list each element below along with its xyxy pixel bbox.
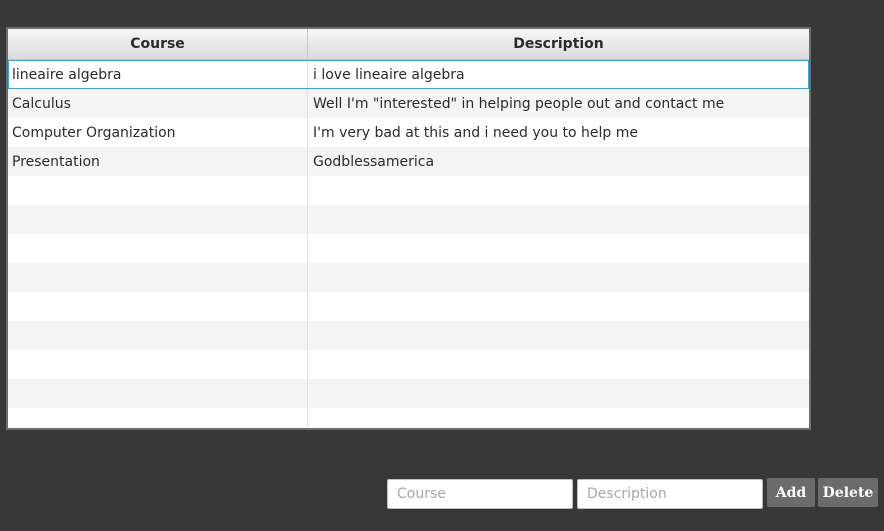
cell-description[interactable] — [308, 379, 809, 408]
cell-course[interactable]: Presentation — [8, 147, 308, 176]
table-row[interactable] — [8, 350, 809, 379]
column-header-course[interactable]: Course — [8, 29, 308, 59]
table-row[interactable] — [8, 234, 809, 263]
cell-course[interactable] — [8, 263, 308, 292]
table-row[interactable]: Presentation Godblessamerica — [8, 147, 809, 176]
cell-description[interactable]: I'm very bad at this and i need you to h… — [308, 118, 809, 147]
cell-course[interactable] — [8, 321, 308, 350]
table-header: Course Description — [8, 29, 809, 60]
cell-course[interactable]: lineaire algebra — [8, 60, 308, 89]
cell-course[interactable] — [8, 205, 308, 234]
column-header-description[interactable]: Description — [308, 29, 809, 59]
course-table: Course Description lineaire algebra i lov… — [6, 27, 811, 430]
table-row[interactable]: lineaire algebra i love lineaire algebra — [8, 60, 809, 89]
cell-description[interactable] — [308, 234, 809, 263]
cell-course[interactable] — [8, 350, 308, 379]
cell-description[interactable] — [308, 263, 809, 292]
table-row[interactable] — [8, 176, 809, 205]
table-row[interactable]: Computer Organization I'm very bad at thi… — [8, 118, 809, 147]
cell-course[interactable] — [8, 292, 308, 321]
cell-description[interactable] — [308, 292, 809, 321]
cell-course[interactable] — [8, 379, 308, 408]
table-row[interactable] — [8, 321, 809, 350]
cell-course[interactable]: Computer Organization — [8, 118, 308, 147]
cell-description[interactable] — [308, 408, 809, 428]
cell-description[interactable]: Well I'm "interested" in helping people … — [308, 89, 809, 118]
cell-description[interactable] — [308, 205, 809, 234]
cell-description[interactable] — [308, 176, 809, 205]
table-row[interactable] — [8, 263, 809, 292]
table-row[interactable] — [8, 292, 809, 321]
table-body: lineaire algebra i love lineaire algebra C… — [8, 60, 809, 428]
cell-description[interactable]: i love lineaire algebra — [308, 60, 809, 89]
cell-description[interactable]: Godblessamerica — [308, 147, 809, 176]
cell-description[interactable] — [308, 321, 809, 350]
cell-course[interactable] — [8, 234, 308, 263]
delete-button[interactable]: Delete — [818, 478, 878, 507]
table-row[interactable] — [8, 379, 809, 408]
description-input[interactable] — [577, 479, 763, 509]
add-button[interactable]: Add — [767, 478, 815, 507]
course-input[interactable] — [387, 479, 573, 509]
table-row[interactable]: Calculus Well I'm "interested" in helping… — [8, 89, 809, 118]
cell-course[interactable] — [8, 408, 308, 428]
cell-course[interactable] — [8, 176, 308, 205]
table-row[interactable] — [8, 408, 809, 428]
cell-description[interactable] — [308, 350, 809, 379]
cell-course[interactable]: Calculus — [8, 89, 308, 118]
table-row[interactable] — [8, 205, 809, 234]
